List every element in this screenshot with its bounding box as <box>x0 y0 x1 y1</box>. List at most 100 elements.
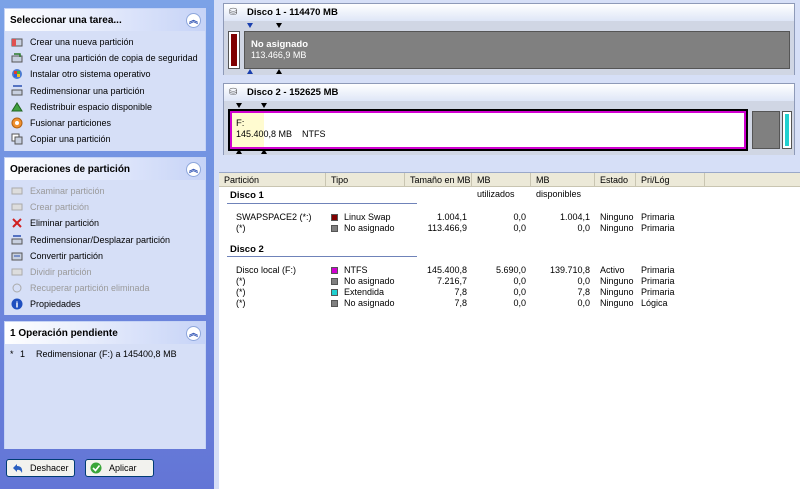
op-convert-partition[interactable]: Convertir partición <box>10 248 200 264</box>
col-prilog[interactable]: Pri/Lóg <box>636 173 705 186</box>
cell-size: 7.216,7 <box>436 276 467 286</box>
cell-prilog: Primaria <box>641 287 675 297</box>
op-examine-partition: Examinar partición <box>10 183 200 199</box>
op-properties[interactable]: i Propiedades <box>10 296 200 312</box>
task-create-backup-partition[interactable]: Crear una partición de copia de segurida… <box>10 50 200 66</box>
table-row[interactable]: (*) No asignado 7.216,7 0,0 0,0 Ninguno Primar… <box>219 276 800 287</box>
cell-size: 7,8 <box>454 298 467 308</box>
col-size[interactable]: Tamaño en MB <box>405 173 472 186</box>
partition-info: 145.400,8 MB NTFS <box>236 129 326 139</box>
disk2-extended-partition[interactable] <box>782 111 792 149</box>
cell-partition: (*) <box>236 287 246 297</box>
marker-top-icon <box>276 23 282 28</box>
type-label: Extendida <box>344 287 385 297</box>
cell-free: 0,0 <box>577 223 590 233</box>
disk1-swap-partition[interactable] <box>228 31 240 69</box>
marker-top-icon <box>247 23 253 28</box>
operations-panel-body: Examinar partición Crear partición Elimi… <box>5 180 205 315</box>
pending-panel-header[interactable]: 1 Operación pendiente ︽ <box>5 322 205 344</box>
cell-free: 1.004,1 <box>559 212 590 222</box>
redistribute-icon <box>10 100 24 113</box>
disk2-card[interactable]: ⛁ Disco 2 - 152625 MB F: 145.400,8 MB NT… <box>223 83 795 155</box>
collapse-icon[interactable]: ︽ <box>186 12 201 28</box>
type-color-swatch <box>331 300 338 307</box>
pending-operation[interactable]: * 1 Redimensionar (F:) a 145400,8 MB <box>10 347 200 361</box>
cell-used: 0,0 <box>513 223 526 233</box>
col-status[interactable]: Estado <box>595 173 636 186</box>
type-color-swatch <box>331 278 338 285</box>
operations-panel-title: Operaciones de partición <box>10 163 131 175</box>
cell-used: 0,0 <box>513 298 526 308</box>
create-icon <box>10 201 24 214</box>
col-filler <box>705 173 800 186</box>
task-redistribute-space[interactable]: Redistribuir espacio disponible <box>10 99 200 115</box>
disk1-title-bar: ⛁ Disco 1 - 114470 MB <box>224 4 794 21</box>
col-partition[interactable]: Partición <box>219 173 326 186</box>
cell-used: 0,0 <box>513 287 526 297</box>
backup-partition-icon <box>10 52 24 65</box>
table-row[interactable]: SWAPSPACE2 (*:) Linux Swap 1.004,1 0,0 1.004… <box>219 212 800 223</box>
cell-free: 7,8 <box>577 287 590 297</box>
op-delete-partition[interactable]: Eliminar partición <box>10 215 200 231</box>
tasks-panel-header[interactable]: Seleccionar una tarea... ︽ <box>5 9 205 31</box>
checkmark-icon <box>89 462 103 475</box>
task-create-partition[interactable]: Crear una nueva partición <box>10 34 200 50</box>
extended-fill <box>785 114 789 146</box>
type-label: No asignado <box>344 276 395 286</box>
cell-partition: (*) <box>236 223 246 233</box>
partition-drive: F: <box>236 118 245 129</box>
cell-size: 1.004,1 <box>436 212 467 222</box>
cell-prilog: Primaria <box>641 276 675 286</box>
disk2-ntfs-partition[interactable]: F: 145.400,8 MB NTFS <box>228 109 748 151</box>
table-row[interactable]: (*) Extendida 7,8 0,0 7,8 Ninguno Primaria <box>219 287 800 298</box>
tasks-panel: Seleccionar una tarea... ︽ Crear una nue… <box>4 8 206 151</box>
task-copy-partition[interactable]: Copiar una partición <box>10 131 200 147</box>
cell-prilog: Primaria <box>641 223 675 233</box>
marker-top-icon <box>261 103 267 108</box>
cell-prilog: Lógica <box>641 298 668 308</box>
disk1-title: Disco 1 - 114470 MB <box>247 7 338 18</box>
type-color-swatch <box>331 225 338 232</box>
collapse-icon[interactable]: ︽ <box>186 325 201 341</box>
operations-panel-header[interactable]: Operaciones de partición ︽ <box>5 158 205 180</box>
disk2-title: Disco 2 - 152625 MB <box>247 87 339 98</box>
collapse-icon[interactable]: ︽ <box>186 161 201 177</box>
pending-panel-title: 1 Operación pendiente <box>10 327 118 339</box>
type-color-swatch <box>331 214 338 221</box>
marker-bottom-icon <box>261 149 267 154</box>
disk1-card[interactable]: ⛁ Disco 1 - 114470 MB No asignado 113.46… <box>223 3 795 75</box>
disk2-unallocated-partition[interactable] <box>752 111 780 149</box>
task-label: Fusionar particiones <box>30 118 112 129</box>
pending-panel: 1 Operación pendiente ︽ * 1 Redimensiona… <box>4 321 206 449</box>
cell-prilog: Primaria <box>641 212 675 222</box>
cell-partition: (*) <box>236 276 246 286</box>
partition-name: No asignado <box>251 39 309 50</box>
marker-top-icon <box>236 103 242 108</box>
table-row[interactable]: (*) No asignado 113.466,9 0,0 0,0 Ninguno Prim… <box>219 223 800 234</box>
delete-icon <box>10 217 24 230</box>
undo-button[interactable]: Deshacer <box>6 459 75 477</box>
cell-partition: Disco local (F:) <box>236 265 297 275</box>
op-resize-move-partition[interactable]: Redimensionar/Desplazar partición <box>10 232 200 248</box>
cell-used: 5.690,0 <box>495 265 526 275</box>
cell-status: Ninguno <box>600 298 634 308</box>
undo-icon <box>10 462 24 475</box>
cell-size: 113.466,9 <box>427 223 467 233</box>
col-type[interactable]: Tipo <box>326 173 405 186</box>
table-row[interactable]: Disco local (F:) NTFS 145.400,8 5.690,0 139.… <box>219 265 800 276</box>
task-merge-partitions[interactable]: Fusionar particiones <box>10 115 200 131</box>
cell-used: 0,0 <box>513 212 526 222</box>
cell-status: Ninguno <box>600 276 634 286</box>
task-resize-partition[interactable]: Redimensionar una partición <box>10 83 200 99</box>
cell-free: 0,0 <box>577 276 590 286</box>
disk1-unallocated-partition[interactable]: No asignado 113.466,9 MB <box>244 31 790 69</box>
apply-button[interactable]: Aplicar <box>85 459 154 477</box>
table-row[interactable]: (*) No asignado 7,8 0,0 0,0 Ninguno Lógica <box>219 298 800 309</box>
col-free[interactable]: MB disponibles <box>531 173 595 199</box>
op-label: Convertir partición <box>30 250 104 261</box>
type-label: Linux Swap <box>344 212 391 222</box>
convert-icon <box>10 249 24 262</box>
col-used[interactable]: MB utilizados <box>472 173 531 199</box>
task-install-os[interactable]: Instalar otro sistema operativo <box>10 66 200 82</box>
cell-prilog: Primaria <box>641 265 675 275</box>
